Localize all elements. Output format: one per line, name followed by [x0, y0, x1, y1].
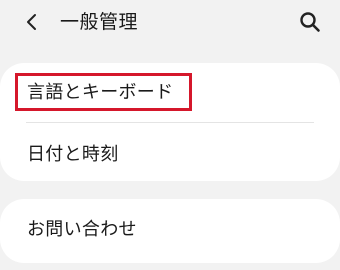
- app-bar: 一般管理: [0, 0, 340, 44]
- back-button[interactable]: [18, 6, 46, 38]
- search-icon: [300, 12, 320, 32]
- search-button[interactable]: [294, 6, 326, 38]
- list-item-language-keyboard[interactable]: 言語とキーボード: [0, 63, 340, 122]
- list-item-date-time[interactable]: 日付と時刻: [0, 122, 340, 181]
- list-item-contact-us[interactable]: お問い合わせ: [0, 199, 340, 263]
- page-title: 一般管理: [60, 11, 139, 33]
- chevron-left-icon: [27, 14, 36, 30]
- settings-group-1: 言語とキーボード 日付と時刻: [0, 63, 340, 181]
- settings-group-2: お問い合わせ: [0, 199, 340, 263]
- highlight-box: [15, 73, 192, 111]
- list-item-label: お問い合わせ: [27, 219, 137, 240]
- list-item-label: 日付と時刻: [27, 144, 119, 165]
